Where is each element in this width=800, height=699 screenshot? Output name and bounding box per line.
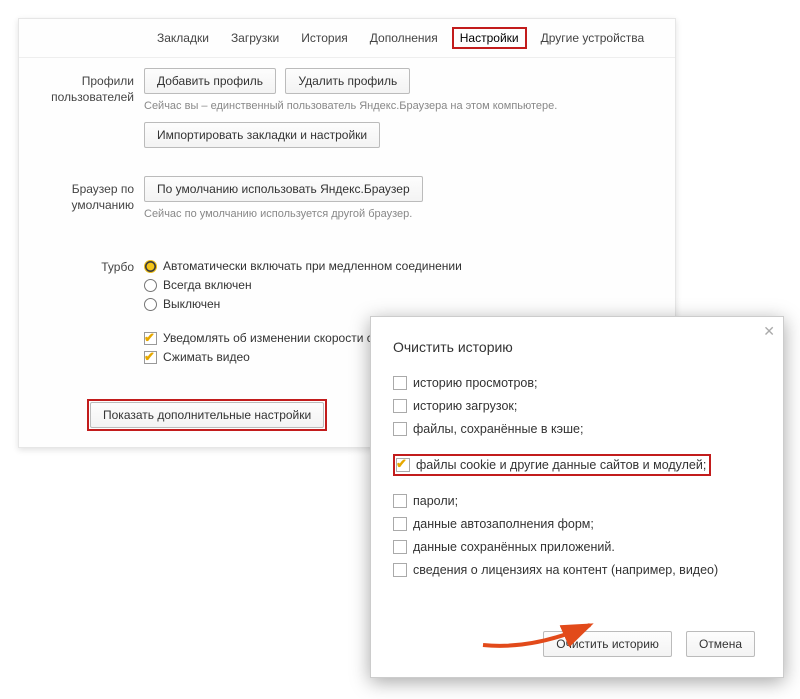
turbo-radio-0[interactable]: Автоматически включать при медленном сое…: [144, 259, 655, 273]
clear-history-dialog: ✕ Очистить историю историю просмотров;ис…: [370, 316, 784, 678]
turbo-radio-2[interactable]: Выключен: [144, 297, 655, 311]
clear-option-3[interactable]: файлы cookie и другие данные сайтов и мо…: [393, 454, 711, 476]
clear-history-button[interactable]: Очистить историю: [543, 631, 672, 657]
dialog-body: историю просмотров; историю загрузок; файл…: [371, 376, 783, 577]
default-browser-section: Браузер по умолчанию По умолчанию исполь…: [19, 166, 675, 230]
show-advanced-button[interactable]: Показать дополнительные настройки: [90, 402, 324, 428]
clear-option-1[interactable]: историю загрузок;: [393, 399, 761, 413]
default-browser-label: Браузер по умолчанию: [19, 176, 144, 230]
set-default-button[interactable]: По умолчанию использовать Яндекс.Браузер: [144, 176, 423, 202]
remove-profile-button[interactable]: Удалить профиль: [285, 68, 410, 94]
cancel-button[interactable]: Отмена: [686, 631, 755, 657]
clear-option-4[interactable]: пароли;: [393, 494, 761, 508]
turbo-label: Турбо: [19, 254, 144, 369]
dialog-footer: Очистить историю Отмена: [543, 631, 761, 657]
top-nav: Закладки Загрузки История Дополнения Настрой…: [19, 19, 675, 58]
clear-option-6[interactable]: данные сохранённых приложений.: [393, 540, 761, 554]
profiles-section: Профили пользователей Добавить профиль У…: [19, 58, 675, 148]
close-icon[interactable]: ✕: [763, 323, 775, 340]
clear-option-5[interactable]: данные автозаполнения форм;: [393, 517, 761, 531]
import-button[interactable]: Импортировать закладки и настройки: [144, 122, 380, 148]
clear-option-2[interactable]: файлы, сохранённые в кэше;: [393, 422, 761, 436]
nav-item-3[interactable]: Дополнения: [362, 27, 446, 49]
turbo-radio-1[interactable]: Всегда включен: [144, 278, 655, 292]
nav-item-5[interactable]: Другие устройства: [533, 27, 653, 49]
dialog-title: Очистить историю: [371, 317, 783, 367]
clear-option-0[interactable]: историю просмотров;: [393, 376, 761, 390]
nav-item-0[interactable]: Закладки: [149, 27, 217, 49]
nav-item-4[interactable]: Настройки: [452, 27, 527, 49]
add-profile-button[interactable]: Добавить профиль: [144, 68, 276, 94]
default-browser-hint: Сейчас по умолчанию используется другой …: [144, 208, 655, 220]
profiles-hint: Сейчас вы – единственный пользователь Ян…: [144, 100, 655, 112]
nav-item-1[interactable]: Загрузки: [223, 27, 287, 49]
clear-option-7[interactable]: сведения о лицензиях на контент (наприме…: [393, 563, 761, 577]
profiles-label: Профили пользователей: [19, 68, 144, 148]
nav-item-2[interactable]: История: [293, 27, 356, 49]
